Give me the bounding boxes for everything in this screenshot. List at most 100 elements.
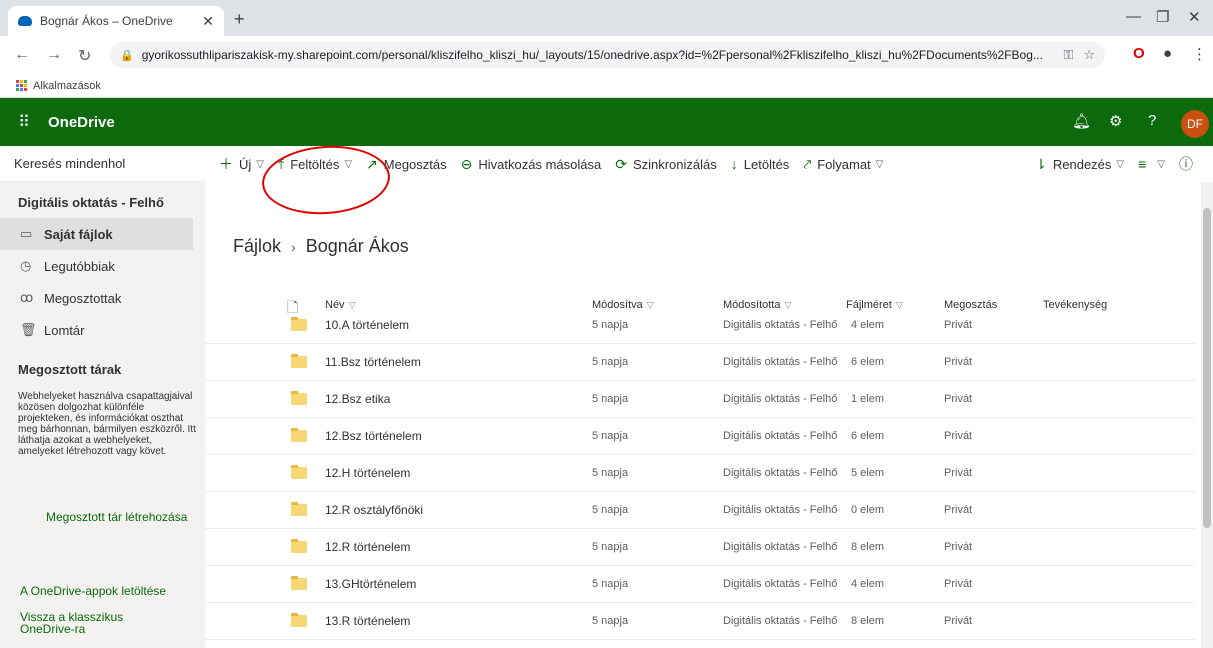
command-bar: ＋ Új ▽ ⤒ Feltöltés ▽ ↗ Megosztás ⊖ Hivatkozás … [205,146,1213,182]
chevron-down-icon: ▽ [1157,158,1165,170]
column-size[interactable]: Fájlméret ▽ [846,299,903,311]
column-name[interactable]: Név ▽ [325,299,355,311]
file-name[interactable]: 12.H történelem [325,466,410,480]
size-cell: 8 elem [851,615,885,627]
browser-tab[interactable]: Bognár Ákos – OneDrive ✕ [8,6,224,36]
chevron-down-icon: ▽ [256,158,264,170]
scrollbar-thumb[interactable] [1203,208,1211,528]
back-arrow-icon[interactable]: ← [14,46,30,64]
sort-button[interactable]: ⇂ Rendezés ▽ [1035,156,1124,173]
help-icon[interactable]: ? [1148,112,1156,129]
restore-icon[interactable]: ❐ [1156,8,1169,26]
modified-cell: 5 napja [592,430,629,442]
key-icon[interactable]: ⚿ [1063,47,1073,63]
breadcrumb-root[interactable]: Fájlok [233,236,281,257]
size-cell: 4 elem [851,578,885,590]
app-launcher-icon[interactable]: ⠿ [0,112,48,132]
sharing-cell: Privát [944,541,973,553]
close-tab-icon[interactable]: ✕ [202,13,214,30]
folder-icon [291,465,307,479]
column-modified-by[interactable]: Módosította ▽ [723,299,791,311]
table-row[interactable]: 12.H történelem 5 napja Digitális oktatá… [205,454,1195,492]
apps-grid-icon[interactable] [16,80,27,91]
folder-icon [291,317,307,331]
table-row[interactable]: 12.Bsz etika 5 napja Digitális oktatás -… [205,380,1195,418]
browser-toolbar: ← → ↻ 🔒 gyorikossuthlipariszakisk-my.sha… [0,36,1213,74]
apps-bookmark-label[interactable]: Alkalmazások [33,80,101,92]
create-shared-library-link[interactable]: Megosztott tár létrehozása [46,510,187,524]
folder-icon [291,576,307,590]
sync-button[interactable]: ⟳ Szinkronizálás [615,156,717,173]
avatar[interactable]: DF [1181,110,1209,138]
info-button[interactable]: ⓘ [1179,154,1199,174]
left-nav-scrollbar[interactable] [193,182,205,648]
table-row[interactable]: 12.R történelem 5 napja Digitális oktatá… [205,528,1195,566]
search-input[interactable]: Keresés mindenhol [0,146,205,182]
table-row[interactable]: 13.R történelem 5 napja Digitális oktatá… [205,602,1195,640]
copy-link-button[interactable]: ⊖ Hivatkozás másolása [461,156,602,173]
upload-button[interactable]: ⤒ Feltöltés ▽ [278,156,352,173]
lock-icon: 🔒 [120,49,134,62]
column-sharing[interactable]: Megosztás [944,299,997,311]
modified-cell: 5 napja [592,541,629,553]
file-name[interactable]: 10.A történelem [325,318,409,332]
modified-cell: 5 napja [592,467,629,479]
nav-item-my-files[interactable]: ▭ Saját fájlok [0,218,193,250]
chevron-right-icon: › [291,238,296,255]
modified-cell: 5 napja [592,319,629,331]
file-name[interactable]: 13.GHtörténelem [325,577,416,591]
column-activity[interactable]: Tevékenység [1043,299,1107,311]
table-row[interactable]: 10.A történelem 5 napja Digitális oktatá… [205,316,1195,344]
reload-icon[interactable]: ↻ [78,46,91,66]
file-name[interactable]: 12.R történelem [325,540,410,554]
table-row[interactable]: 11.Bsz történelem 5 napja Digitális okta… [205,343,1195,381]
opera-extension-icon[interactable]: O [1133,45,1145,62]
size-cell: 6 elem [851,356,885,368]
column-modified[interactable]: Módosítva ▽ [592,299,654,311]
forward-arrow-icon[interactable]: → [46,46,62,64]
flow-icon: ⤤ [803,155,812,172]
bookmark-star-icon[interactable]: ☆ [1083,47,1095,63]
app-name[interactable]: OneDrive [48,114,115,131]
size-cell: 4 elem [851,319,885,331]
sharing-cell: Privát [944,319,973,331]
share-button[interactable]: ↗ Megosztás [366,156,447,173]
browser-menu-icon[interactable]: ⋮ [1192,45,1207,63]
sync-icon: ⟳ [615,155,627,172]
modified-by-cell: Digitális oktatás - Felhő [723,504,838,516]
download-apps-link[interactable]: A OneDrive-appok letöltése [20,584,166,598]
close-window-icon[interactable]: ✕ [1188,8,1201,26]
minimize-icon[interactable]: — [1126,8,1141,25]
nav-item-shared[interactable]: ꝏ Megosztottak [0,282,193,314]
nav-item-recent[interactable]: ◷ Legutóbbiak [0,250,193,282]
nav-item-label: Megosztottak [44,290,122,306]
content-scrollbar[interactable] [1201,182,1213,648]
bookmarks-bar: Alkalmazások [0,74,1213,98]
file-name[interactable]: 12.Bsz történelem [325,429,422,443]
chevron-down-icon: ▽ [895,300,903,310]
table-row[interactable]: 13.GHtörténelem 5 napja Digitális oktatá… [205,565,1195,603]
file-name[interactable]: 13.R történelem [325,614,410,628]
view-options-button[interactable]: ≡ ▽ [1138,156,1165,172]
file-name[interactable]: 11.Bsz történelem [325,355,421,369]
modified-by-cell: Digitális oktatás - Felhő [723,615,838,627]
new-tab-button[interactable]: + [234,9,245,30]
gear-icon[interactable]: ⚙ [1109,112,1122,130]
file-name[interactable]: 12.Bsz etika [325,392,390,406]
folder-icon [291,539,307,553]
shared-libraries-title: Megosztott tárak [18,362,122,377]
address-bar[interactable]: 🔒 gyorikossuthlipariszakisk-my.sharepoin… [110,42,1105,68]
bell-icon[interactable]: 🔔︎ [1072,112,1091,130]
file-name[interactable]: 12.R osztályfőnöki [325,503,423,517]
table-row[interactable]: 12.Bsz történelem 5 napja Digitális okta… [205,417,1195,455]
size-cell: 0 elem [851,504,885,516]
new-button[interactable]: ＋ Új ▽ [219,154,264,174]
download-button[interactable]: ↓ Letöltés [731,156,790,172]
table-row[interactable]: 12.R osztályfőnöki 5 napja Digitális okt… [205,491,1195,529]
link-icon: ⊖ [460,155,473,172]
sharing-cell: Privát [944,504,973,516]
classic-onedrive-link[interactable]: Vissza a klasszikus OneDrive-ra [20,611,140,635]
flow-button[interactable]: ⤤ Folyamat ▽ [803,156,883,173]
profile-icon[interactable]: ● [1163,45,1172,62]
nav-item-recycle-bin[interactable]: 🗑︎ Lomtár [0,314,193,346]
